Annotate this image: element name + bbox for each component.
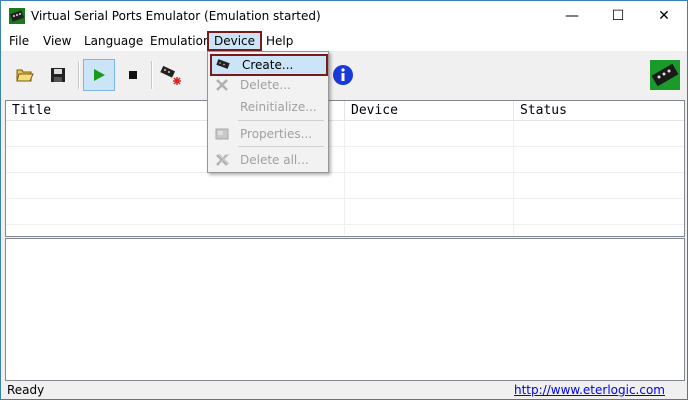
main-window: Virtual Serial Ports Emulator (Emulation…	[0, 0, 688, 400]
maximize-icon: ☐	[611, 8, 625, 24]
menu-item-label: Reinitialize...	[240, 100, 317, 114]
grid-divider	[513, 121, 514, 235]
app-icon	[9, 8, 25, 24]
column-device[interactable]: Device	[345, 101, 514, 120]
create-device-button[interactable]	[155, 59, 187, 91]
log-panel[interactable]	[5, 238, 685, 381]
stop-icon	[129, 71, 137, 79]
menu-item-delete[interactable]: Delete...	[210, 74, 326, 96]
open-button[interactable]	[9, 59, 41, 91]
device-menu: Create... Delete... Reinitialize... Prop…	[207, 51, 329, 173]
menu-emulation[interactable]: Emulation	[145, 31, 216, 51]
create-device-icon	[216, 57, 232, 73]
grid-header: Title Device Status	[6, 101, 684, 121]
menu-bar: File View Language Emulation Device Help	[1, 31, 687, 51]
save-button[interactable]	[42, 59, 74, 91]
table-row[interactable]	[6, 147, 684, 173]
column-status[interactable]: Status	[514, 101, 684, 120]
minimize-icon: —	[565, 8, 579, 24]
maximize-button[interactable]: ☐	[595, 1, 641, 31]
app-logo-button[interactable]	[649, 59, 681, 91]
menu-file[interactable]: File	[4, 31, 34, 51]
delete-all-icon	[214, 152, 230, 168]
properties-icon	[214, 126, 230, 142]
table-row[interactable]	[6, 121, 684, 147]
floppy-disk-icon	[51, 68, 65, 82]
status-text: Ready	[7, 383, 45, 397]
toolbar-separator	[151, 61, 153, 89]
app-logo-icon	[650, 60, 680, 90]
grid-divider	[344, 121, 345, 235]
menu-item-create[interactable]: Create...	[210, 54, 328, 76]
status-bar: Ready http://www.eterlogic.com	[1, 382, 687, 399]
menu-item-label: Delete all...	[240, 153, 309, 167]
menu-item-properties[interactable]: Properties...	[210, 123, 326, 145]
delete-x-icon	[214, 77, 230, 93]
menu-view[interactable]: View	[38, 31, 76, 51]
device-list[interactable]: Title Device Status	[5, 100, 685, 237]
menu-separator	[238, 120, 324, 121]
stop-button[interactable]	[117, 59, 149, 91]
toolbar	[1, 53, 687, 97]
table-row[interactable]	[6, 173, 684, 199]
table-row[interactable]	[6, 199, 684, 225]
title-bar[interactable]: Virtual Serial Ports Emulator (Emulation…	[1, 1, 687, 31]
window-title: Virtual Serial Ports Emulator (Emulation…	[31, 9, 321, 23]
website-link[interactable]: http://www.eterlogic.com	[514, 383, 665, 397]
menu-item-reinitialize[interactable]: Reinitialize...	[210, 96, 326, 118]
menu-separator	[238, 146, 324, 147]
menu-language[interactable]: Language	[79, 31, 148, 51]
play-icon	[94, 69, 105, 81]
menu-item-label: Delete...	[240, 78, 291, 92]
menu-item-label: Properties...	[240, 127, 313, 141]
close-icon: ✕	[658, 8, 670, 24]
start-button[interactable]	[83, 59, 115, 91]
about-button[interactable]	[327, 59, 359, 91]
menu-item-label: Create...	[242, 58, 294, 72]
menu-device[interactable]: Device	[207, 31, 263, 51]
open-folder-icon	[16, 69, 34, 82]
menu-item-delete-all[interactable]: Delete all...	[210, 149, 326, 171]
toolbar-separator	[78, 61, 80, 89]
new-device-icon	[160, 65, 181, 85]
menu-help[interactable]: Help	[261, 31, 298, 51]
minimize-button[interactable]: —	[549, 1, 595, 31]
close-button[interactable]: ✕	[641, 1, 687, 31]
info-icon	[333, 65, 353, 85]
